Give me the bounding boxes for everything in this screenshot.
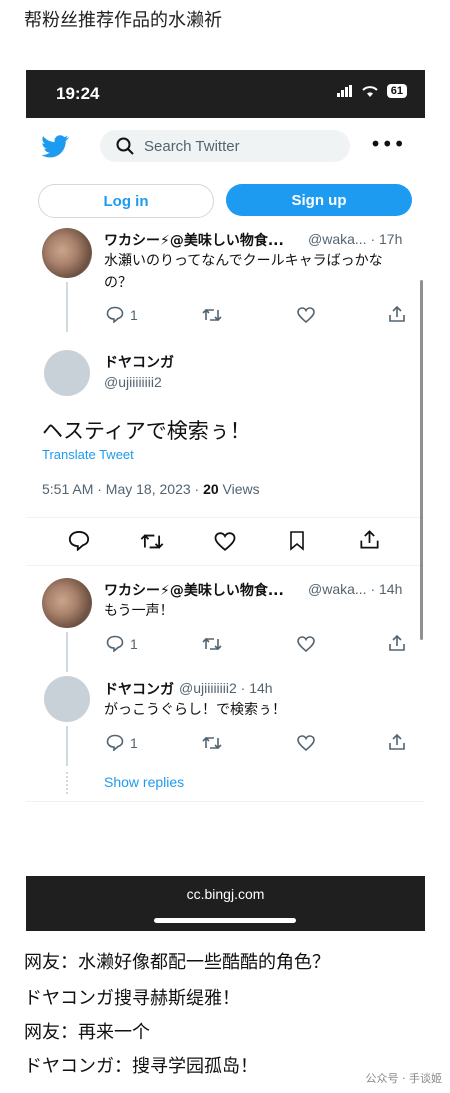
tweet-handle-time: @waka... · 14h — [308, 581, 403, 597]
like-icon[interactable] — [214, 532, 236, 551]
tweet-text: がっこうぐらし！で検索ぅ！ — [104, 702, 286, 718]
main-tweet-timestamp: 5:51 AM · May 18, 2023 · 20 Views — [42, 481, 260, 497]
browser-bottom-bar: cc.bingj.com — [26, 876, 425, 931]
phone-screenshot: 19:24 61 Search Twitter ••• Log in Sign … — [26, 70, 425, 931]
share-icon[interactable] — [388, 634, 406, 652]
home-indicator[interactable] — [154, 918, 296, 923]
caption-line: 网友：再来一个 — [24, 1022, 150, 1043]
avatar[interactable] — [42, 228, 92, 278]
twitter-bird-icon[interactable] — [42, 134, 70, 158]
reply-icon — [106, 635, 124, 652]
share-icon[interactable] — [388, 305, 406, 323]
like-icon[interactable] — [297, 636, 315, 652]
thread-line — [66, 726, 68, 766]
thread-line — [66, 632, 68, 672]
reply-count: 1 — [130, 734, 138, 751]
search-input[interactable]: Search Twitter — [100, 130, 350, 162]
reply-count: 1 — [130, 306, 138, 323]
reply-icon — [106, 734, 124, 751]
caption-line: 网友：水濑好像都配一些酷酷的角色？ — [24, 952, 330, 973]
avatar[interactable] — [44, 676, 90, 722]
battery-icon: 61 — [386, 84, 407, 98]
caption-line: ドヤコンガ搜寻赫斯缇雅！ — [24, 988, 240, 1009]
search-icon — [116, 137, 134, 155]
tweet-text-line: 水瀬いのりってなんでクールキャラばっかな — [104, 253, 383, 269]
more-icon[interactable]: ••• — [370, 132, 405, 156]
like-icon[interactable] — [297, 307, 315, 323]
tweet-author-name[interactable]: ワカシー⚡@美味しい物食... — [104, 230, 284, 250]
watermark: 公众号 · 手谈姬 — [365, 1072, 443, 1085]
tweet-text: もう一声！ — [104, 603, 174, 619]
scrollbar[interactable] — [420, 280, 423, 640]
main-author-name[interactable]: ドヤコンガ — [104, 352, 174, 372]
thread-line — [66, 282, 68, 332]
views-count: 20 — [203, 481, 219, 497]
timestamp-text: 5:51 AM · May 18, 2023 · — [42, 481, 204, 497]
reply-button[interactable]: 1 — [106, 734, 138, 751]
twitter-topbar: Search Twitter ••• — [26, 118, 425, 178]
caption-line: ドヤコンガ：搜寻学园孤岛！ — [24, 1056, 258, 1077]
reply-icon[interactable] — [68, 530, 90, 551]
reply-count: 1 — [130, 635, 138, 652]
divider — [26, 565, 425, 566]
bookmark-icon[interactable] — [289, 530, 305, 551]
reply-button[interactable]: 1 — [106, 635, 138, 652]
retweet-icon[interactable] — [202, 307, 222, 323]
tweet-text-line: の？ — [104, 275, 132, 291]
article-title: 帮粉丝推荐作品的水濑祈 — [24, 10, 222, 31]
share-icon[interactable] — [388, 733, 406, 751]
url-bar[interactable]: cc.bingj.com — [26, 886, 425, 902]
views-label: Views — [218, 481, 260, 497]
login-button[interactable]: Log in — [38, 184, 214, 218]
tweet-author-name[interactable]: ワカシー⚡@美味しい物食... — [104, 580, 284, 600]
retweet-icon[interactable] — [202, 735, 222, 751]
search-placeholder: Search Twitter — [144, 137, 240, 155]
retweet-icon[interactable] — [140, 532, 164, 551]
status-icons: 61 — [336, 84, 407, 98]
thread-dots — [66, 772, 70, 794]
reply-button[interactable]: 1 — [106, 306, 138, 323]
wifi-icon — [362, 85, 378, 97]
main-tweet-text: ヘスティアで検索ぅ！ — [42, 419, 251, 443]
show-replies-link[interactable]: Show replies — [104, 774, 184, 790]
main-author-handle[interactable]: @ujiiiiiiii2 — [104, 374, 162, 390]
tweet-author-name[interactable]: ドヤコンガ — [104, 679, 174, 699]
reply-icon — [106, 306, 124, 323]
retweet-icon[interactable] — [202, 636, 222, 652]
signup-button[interactable]: Sign up — [226, 184, 412, 216]
status-time: 19:24 — [56, 84, 100, 103]
tweet-handle-time: @ujiiiiiiii2 · 14h — [179, 680, 273, 696]
status-bar: 19:24 61 — [26, 70, 425, 118]
like-icon[interactable] — [297, 735, 315, 751]
tweet-handle-time: @waka... · 17h — [308, 231, 403, 247]
avatar[interactable] — [44, 350, 90, 396]
divider — [26, 801, 425, 802]
signal-icon — [336, 85, 352, 97]
divider — [26, 517, 425, 518]
share-icon[interactable] — [359, 529, 380, 550]
translate-link[interactable]: Translate Tweet — [42, 447, 134, 462]
avatar[interactable] — [42, 578, 92, 628]
